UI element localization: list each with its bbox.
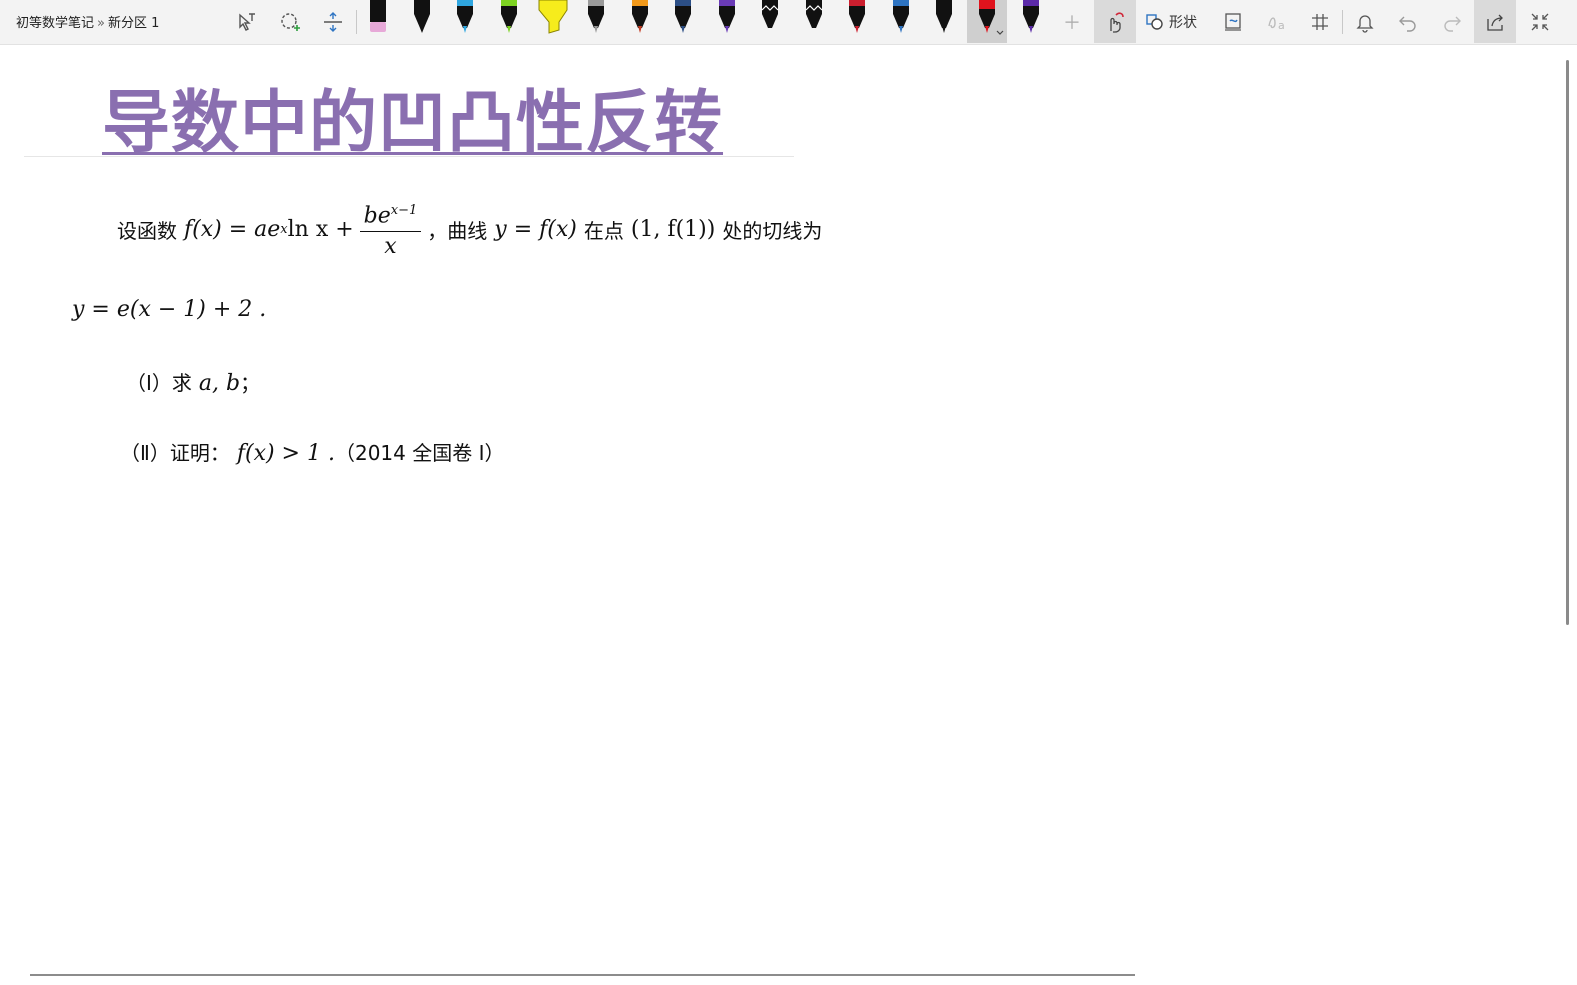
bell-icon[interactable]: [1349, 6, 1381, 38]
fraction-denominator: x: [384, 234, 397, 260]
part-1-label: （Ⅰ）求: [126, 371, 192, 395]
pen-black-4-icon[interactable]: [931, 0, 957, 36]
share-icon[interactable]: [1474, 0, 1516, 43]
shapes-button[interactable]: 形状: [1145, 8, 1197, 36]
problem-statement-line-1: 设函数 f(x) = ae x ln x + bex−1 x ， 曲线 y = f…: [117, 193, 822, 265]
pen-violet-icon[interactable]: [1018, 0, 1044, 36]
tangent-label: 处的切线为: [722, 218, 823, 243]
fraction-numerator-exponent: x−1: [390, 202, 418, 218]
problem-intro: 设函数: [117, 218, 177, 243]
breadcrumb-notebook[interactable]: 初等数学笔记: [16, 16, 94, 31]
pen-gray-icon[interactable]: [583, 0, 609, 36]
ink-toolbar: 初等数学笔记» 新分区 1 ＋ 形状 a: [0, 0, 1577, 45]
vertical-scrollbar[interactable]: [1566, 60, 1569, 625]
part-1-vars: a, b: [198, 371, 241, 396]
pen-purple-icon[interactable]: [714, 0, 740, 36]
tangent-line: y = e(x − 1) + 2 .: [72, 297, 267, 322]
part-2: （Ⅱ）证明： f(x) > 1 .（2014 全国卷 I）: [120, 437, 504, 466]
shapes-icon: [1146, 14, 1163, 30]
part-1-end: ；: [240, 371, 261, 395]
pen-black-icon[interactable]: [409, 0, 435, 36]
pen-lightblue-icon[interactable]: [452, 0, 478, 36]
add-pen-icon[interactable]: ＋: [1056, 6, 1088, 38]
highlighter-yellow-icon[interactable]: [537, 0, 569, 36]
pen-red-selected-icon[interactable]: [967, 0, 1007, 43]
function-definition: f(x) = ae: [184, 216, 281, 242]
part-2-source: （2014 全国卷 I）: [334, 441, 505, 465]
pen-navy-icon[interactable]: [670, 0, 696, 36]
pen-orange-icon[interactable]: [627, 0, 653, 36]
breadcrumb-separator: »: [97, 16, 105, 31]
svg-text:a: a: [1278, 19, 1285, 32]
pen-pink-icon[interactable]: [365, 0, 391, 36]
curve-label: 曲线: [447, 218, 488, 243]
insert-space-icon[interactable]: [317, 6, 349, 38]
note-page[interactable]: 导数中的凹凸性反转 设函数 f(x) = ae x ln x + bex−1 x …: [0, 45, 1564, 985]
redo-icon[interactable]: [1436, 6, 1468, 38]
exponent-x: x: [280, 221, 288, 237]
fraction-numerator: be: [363, 203, 391, 229]
lasso-select-icon[interactable]: [274, 6, 306, 38]
part-2-label: （Ⅱ）证明：: [120, 441, 230, 465]
pen-blue-icon[interactable]: [888, 0, 914, 36]
curve-expression: y = f(x): [494, 216, 577, 242]
tangent-line-equation: y = e(x − 1) + 2 .: [72, 297, 266, 322]
ink-to-shape-icon[interactable]: [1217, 6, 1249, 38]
point: (1, f(1)): [630, 216, 716, 242]
exit-fullscreen-icon[interactable]: [1524, 6, 1556, 38]
type-select-icon[interactable]: [230, 6, 262, 38]
horizontal-scrollbar[interactable]: [30, 974, 1135, 976]
pen-red-icon[interactable]: [844, 0, 870, 36]
touch-draw-icon[interactable]: [1094, 0, 1136, 43]
part-1: （Ⅰ）求 a, b；: [126, 367, 260, 396]
title-divider: [24, 156, 794, 157]
comma: ，: [427, 218, 448, 243]
toolbar-divider: [356, 10, 357, 34]
toolbar-divider-2: [1342, 10, 1343, 34]
fraction: bex−1 x: [359, 196, 422, 262]
pen-black-2-icon[interactable]: [757, 0, 783, 36]
pen-black-3-icon[interactable]: [801, 0, 827, 36]
ink-to-math-icon[interactable]: [1304, 6, 1336, 38]
breadcrumb[interactable]: 初等数学笔记» 新分区 1: [16, 12, 159, 31]
undo-icon[interactable]: [1392, 6, 1424, 38]
page-title[interactable]: 导数中的凹凸性反转: [102, 67, 723, 166]
shapes-label: 形状: [1169, 15, 1197, 31]
breadcrumb-section[interactable]: 新分区 1: [108, 16, 159, 31]
pen-green-icon[interactable]: [496, 0, 522, 36]
at-point-label: 在点: [583, 218, 624, 243]
ln-term: ln x +: [287, 216, 354, 242]
ink-to-text-icon[interactable]: a: [1261, 6, 1293, 38]
part-2-expression: f(x) > 1 .: [236, 441, 335, 466]
